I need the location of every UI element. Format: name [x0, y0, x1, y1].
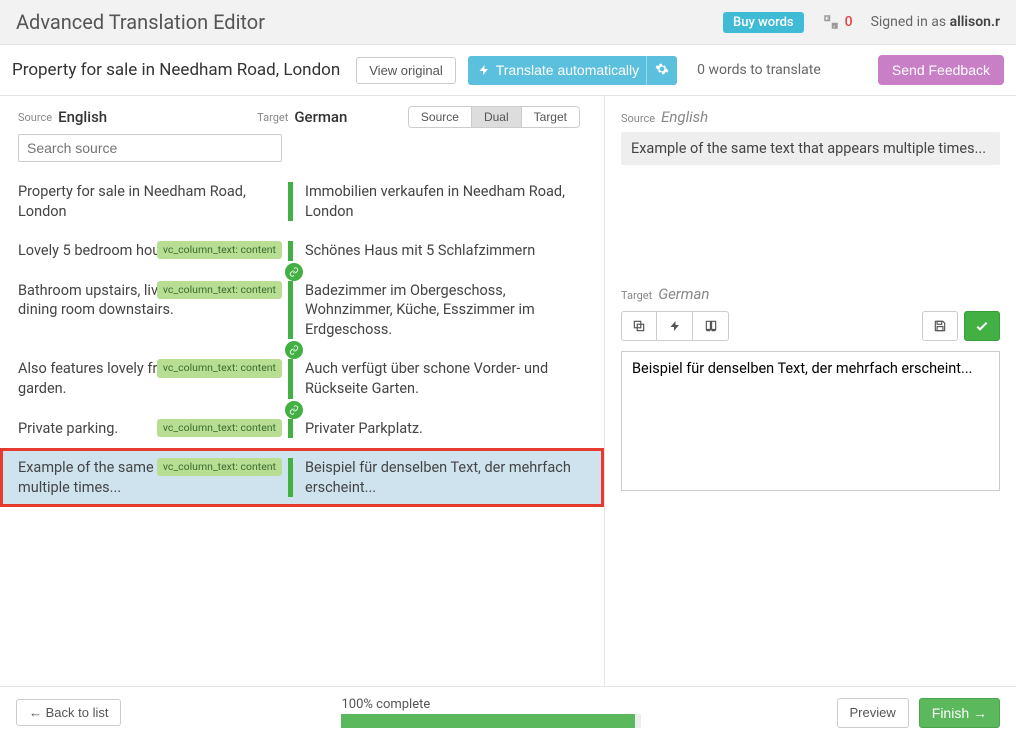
- save-button[interactable]: [922, 311, 958, 341]
- view-original-button[interactable]: View original: [356, 57, 455, 84]
- segment-tag-badge: vc_column_text: content: [157, 359, 282, 377]
- segment-source: Also features lovely front and back gard…: [18, 359, 288, 398]
- segment-row[interactable]: Property for sale in Needham Road, Londo…: [0, 172, 604, 231]
- segment-tag-badge: vc_column_text: content: [157, 241, 282, 259]
- segment-target: Immobilien verkaufen in Needham Road, Lo…: [288, 182, 586, 221]
- search-input[interactable]: [18, 134, 282, 162]
- send-feedback-button[interactable]: Send Feedback: [878, 55, 1004, 85]
- target-label: Target: [257, 111, 288, 124]
- translate-automatically-button[interactable]: Translate automatically: [468, 56, 649, 85]
- detail-source-language: English: [661, 108, 708, 126]
- svg-text:文: 文: [826, 15, 829, 20]
- segment-source: Property for sale in Needham Road, Londo…: [18, 182, 288, 221]
- detail-target-language: German: [658, 285, 709, 303]
- book-icon: [704, 319, 718, 333]
- word-balance: 文A 0: [822, 13, 853, 31]
- lightning-icon: [669, 319, 681, 333]
- app-title: Advanced Translation Editor: [16, 10, 265, 34]
- segment-target: Privater Parkplatz.: [288, 419, 586, 439]
- segment-target: Beispiel für denselben Text, der mehrfac…: [288, 458, 586, 497]
- segment-source: Example of the same text that appears mu…: [18, 458, 288, 497]
- svg-text:A: A: [833, 24, 835, 28]
- segment-row[interactable]: Lovely 5 bedroom house.vc_column_text: c…: [0, 231, 604, 271]
- check-icon: [974, 318, 990, 334]
- finish-button[interactable]: Finish →: [919, 698, 1000, 728]
- progress-bar: [341, 714, 641, 728]
- segment-tag-badge: vc_column_text: content: [157, 281, 282, 299]
- segment-source: Lovely 5 bedroom house.vc_column_text: c…: [18, 241, 288, 261]
- preview-button[interactable]: Preview: [837, 698, 909, 728]
- source-language: English: [58, 108, 107, 126]
- glossary-button[interactable]: [693, 311, 729, 341]
- machine-translate-button[interactable]: [657, 311, 693, 341]
- back-to-list-button[interactable]: ← Back to list: [16, 699, 121, 726]
- username: allison.r: [950, 14, 1000, 30]
- signed-in-as: Signed in as allison.r: [871, 14, 1000, 30]
- gear-icon: [655, 62, 669, 76]
- segment-row[interactable]: Example of the same text that appears mu…: [0, 448, 604, 507]
- confirm-button[interactable]: [964, 311, 1000, 341]
- segment-target: Schönes Haus mit 5 Schlafzimmern: [288, 241, 586, 261]
- segment-target: Badezimmer im Obergeschoss, Wohnzimmer, …: [288, 281, 586, 340]
- segment-row[interactable]: Also features lovely front and back gard…: [0, 349, 604, 408]
- words-to-translate: 0 words to translate: [697, 62, 821, 78]
- copy-source-button[interactable]: [621, 311, 657, 341]
- segment-row[interactable]: Private parking.vc_column_text: contentP…: [0, 409, 604, 449]
- segment-source: Private parking.vc_column_text: content: [18, 419, 288, 439]
- translate-icon: 文A: [822, 13, 840, 31]
- document-title: Property for sale in Needham Road, Londo…: [12, 60, 340, 80]
- word-balance-count: 0: [845, 14, 853, 30]
- link-icon: [285, 263, 303, 281]
- view-mode-dual[interactable]: Dual: [472, 107, 522, 127]
- target-textarea[interactable]: [621, 351, 1000, 491]
- translate-settings-button[interactable]: [646, 56, 677, 85]
- segment-tag-badge: vc_column_text: content: [157, 419, 282, 437]
- view-mode-toggle: Source Dual Target: [408, 106, 580, 128]
- copy-icon: [632, 319, 646, 333]
- target-language: German: [294, 108, 347, 126]
- buy-words-button[interactable]: Buy words: [723, 12, 804, 33]
- segment-tag-badge: vc_column_text: content: [157, 458, 282, 476]
- detail-source-label: Source: [621, 112, 655, 125]
- segment-source: Bathroom upstairs, living room, kitchen,…: [18, 281, 288, 340]
- save-icon: [933, 319, 947, 333]
- link-icon: [285, 401, 303, 419]
- source-label: Source: [18, 111, 52, 124]
- view-mode-target[interactable]: Target: [522, 107, 579, 127]
- segment-target: Auch verfügt über schone Vorder- und Rüc…: [288, 359, 586, 398]
- detail-target-label: Target: [621, 289, 652, 302]
- detail-source-text: Example of the same text that appears mu…: [621, 132, 1000, 165]
- view-mode-source[interactable]: Source: [409, 107, 472, 127]
- lightning-icon: [478, 63, 490, 77]
- segment-row[interactable]: Bathroom upstairs, living room, kitchen,…: [0, 271, 604, 350]
